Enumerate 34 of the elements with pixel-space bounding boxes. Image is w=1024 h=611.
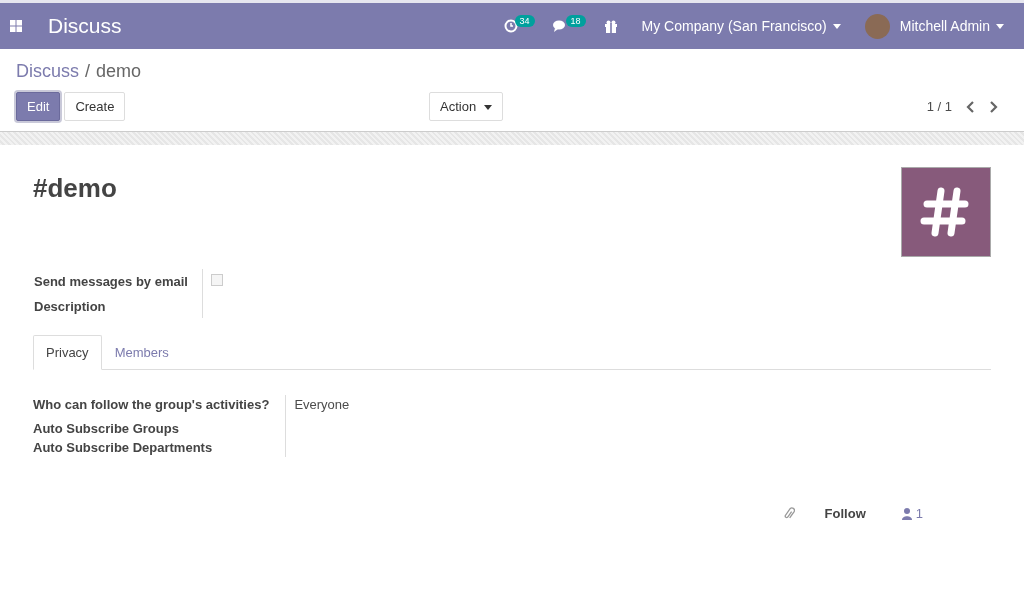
caret-icon [483, 105, 492, 111]
field-label: Description [33, 294, 203, 318]
notebook-tab[interactable]: Privacy [33, 335, 102, 370]
user-menu[interactable]: Mitchell Admin [893, 17, 1010, 35]
breadcrumb-current: demo [96, 61, 142, 82]
breadcrumb-link[interactable]: Discuss [16, 61, 79, 82]
form-button[interactable]: Edit [16, 92, 61, 121]
message-badge: 18 [565, 15, 586, 27]
breadcrumb-separator: / [85, 61, 91, 82]
caret-icon [832, 23, 841, 29]
field-label: Auto Subscribe Groups [33, 419, 287, 438]
previous-icon[interactable] [966, 100, 975, 113]
form-button[interactable]: Create [64, 92, 126, 121]
followers-button[interactable]: 1 [895, 505, 929, 522]
field-label: Auto Subscribe Departments [33, 438, 287, 457]
next-icon[interactable] [989, 100, 998, 113]
paperclip-icon[interactable] [782, 506, 795, 521]
person-icon [901, 507, 912, 520]
record-title: #demo [33, 173, 117, 205]
gift-icon[interactable] [603, 19, 618, 33]
clock-icon[interactable] [503, 19, 518, 33]
field-value: Everyone [294, 397, 350, 412]
pager-value: 1 / 1 [926, 99, 952, 114]
app-title[interactable]: Discuss [48, 14, 122, 38]
activity-badge: 34 [514, 15, 535, 27]
notebook-tab[interactable]: Members [101, 335, 182, 370]
email-checkbox[interactable] [210, 274, 223, 286]
field-label: Who can follow the group's activities? [33, 395, 287, 419]
field-label: Send messages by email [33, 269, 203, 294]
apps-menu-icon[interactable] [10, 20, 22, 32]
action-dropdown[interactable]: Action [429, 92, 503, 121]
caret-icon [996, 23, 1004, 29]
company-switcher[interactable]: My Company (San Francisco) [635, 17, 847, 35]
follow-button[interactable]: Follow [818, 505, 872, 522]
